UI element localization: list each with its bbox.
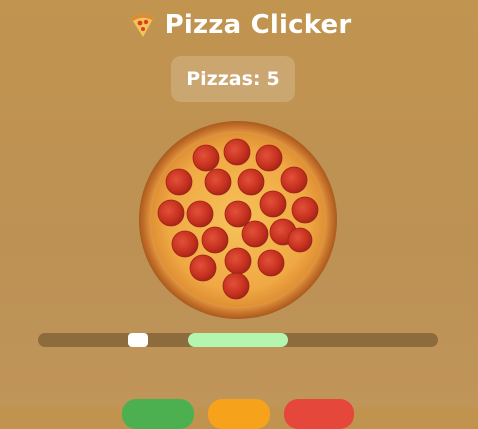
game-title: Pizza Clicker — [164, 10, 352, 40]
game-header: Pizza Clicker — [0, 10, 478, 40]
pizza-click-target[interactable] — [138, 120, 338, 320]
counter-value: 5 — [266, 68, 280, 90]
red-button[interactable] — [284, 399, 354, 429]
pepperoni-pizza-icon — [139, 121, 337, 319]
game-screen: Pizza Clicker Pizzas: 5 — [0, 0, 478, 429]
action-buttons — [0, 399, 478, 429]
orange-button[interactable] — [208, 399, 270, 429]
pizza-slice-icon — [127, 10, 157, 40]
timing-marker — [128, 333, 148, 347]
pizza-counter: Pizzas: 5 — [171, 56, 295, 102]
timing-bar — [38, 333, 438, 347]
counter-label: Pizzas: — [186, 68, 261, 90]
target-zone — [188, 333, 288, 347]
green-button[interactable] — [122, 399, 194, 429]
